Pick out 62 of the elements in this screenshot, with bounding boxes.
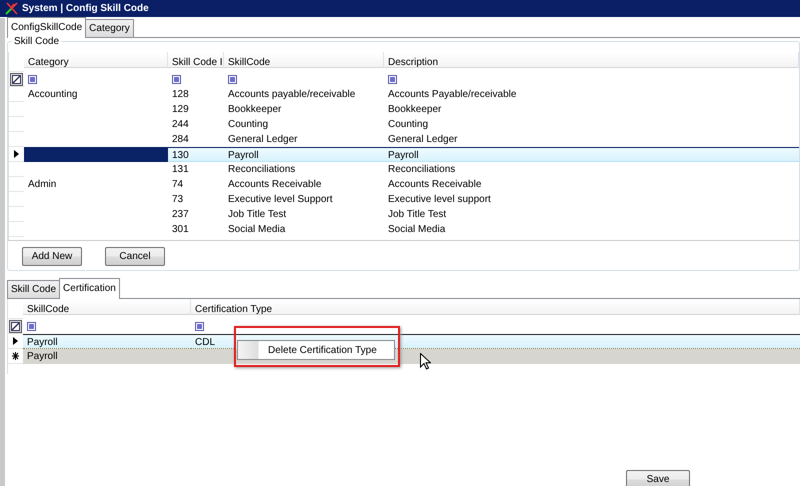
cancel-button[interactable]: Cancel [105,247,165,266]
table-cell: 130 [168,147,224,162]
table-cell-text: 74 [171,178,184,192]
column-header[interactable]: Skill Code I [168,52,224,68]
app-logo-icon [5,2,18,15]
filter-icon[interactable] [172,75,181,84]
column-header[interactable]: Description [384,52,799,68]
table-cell: Payroll [23,334,191,349]
table-cell-text: 284 [171,133,190,147]
table-cell-text: 301 [171,223,190,237]
table-cell-text: Admin [27,178,58,192]
table-cell-text: Job Title Test [387,208,448,222]
table-cell-text: Job Title Test [227,208,288,222]
table-cell-text: 129 [171,103,190,117]
table-cell-text: 244 [171,118,190,132]
table-cell-text: Counting [227,118,270,132]
filter-edit-icon[interactable] [10,72,23,86]
filter-edit-icon[interactable] [9,320,22,332]
table-cell: Payroll [23,349,191,364]
table-cell-text: 131 [171,163,190,177]
table-cell-text: Social Media [387,223,446,237]
row-pointer-icon [12,337,19,345]
table-cell-text: 237 [171,208,190,222]
tab[interactable]: Certification [59,278,120,299]
tab[interactable]: ConfigSkillCode [7,17,86,38]
group-title: Skill Code [12,36,62,47]
table-cell-text: 73 [171,193,184,207]
column-header[interactable]: SkillCode [23,299,191,315]
table-cell-text: Bookkeeper [387,103,442,117]
table-cell-text: Bookkeeper [227,103,282,117]
save-button[interactable]: Save [626,470,690,486]
column-header[interactable]: Certification Type [191,299,800,315]
mouse-pointer-icon [420,353,431,370]
tab[interactable]: Skill Code [7,280,60,298]
table-cell-text: Accounts Receivable [227,178,322,192]
table-cell-text: Accounts Receivable [387,178,482,192]
table-cell: Payroll [384,147,799,162]
add-new-button[interactable]: Add New [22,247,82,266]
table-cell-text: Reconciliations [227,163,296,177]
table-cell-text: Executive level Support [227,193,334,207]
table-cell-text: Executive level support [387,193,492,207]
filter-icon[interactable] [195,322,204,331]
table-cell-text: Counting [387,118,430,132]
column-header[interactable]: Category [24,52,168,68]
table-cell-text: Accounts Payable/receivable [387,88,518,102]
filter-icon[interactable] [27,322,36,331]
row-pointer-icon [13,150,20,158]
filter-icon[interactable] [28,75,37,84]
window-title: System | Config Skill Code [22,2,149,16]
filter-icon[interactable] [388,75,397,84]
tab[interactable]: Category [85,19,134,37]
table-cell-text: Social Media [227,223,286,237]
table-cell-text: 128 [171,88,190,102]
table-cell-text: General Ledger [387,133,458,147]
column-header[interactable]: SkillCode [224,52,384,68]
new-row-icon [12,352,19,360]
table-cell-text: Accounting [27,88,78,102]
filter-icon[interactable] [228,75,237,84]
table-cell-text: Accounts payable/receivable [227,88,356,102]
table-cell: Payroll [224,147,384,162]
table-cell-text: Reconciliations [387,163,456,177]
table-cell-text: General Ledger [227,133,298,147]
